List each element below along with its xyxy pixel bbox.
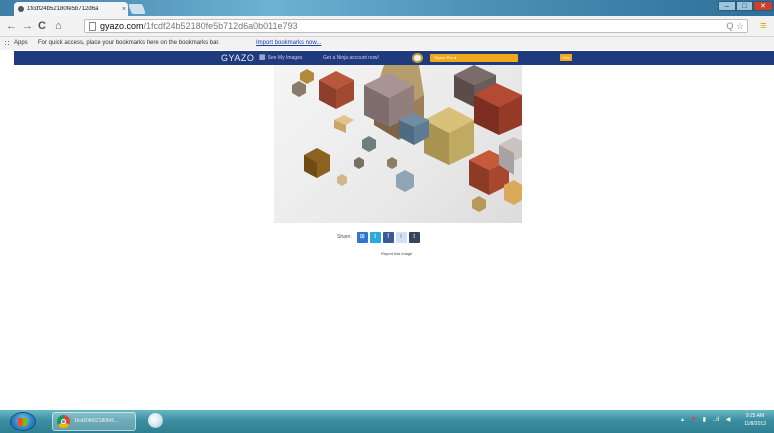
hex-shape: [304, 148, 330, 178]
action-center-flag-icon[interactable]: ⚑: [691, 417, 696, 423]
like-button[interactable]: Like: [560, 54, 572, 61]
tumblr-share-icon[interactable]: t: [408, 231, 420, 243]
hex-shape: [396, 170, 414, 192]
apps-grid-icon[interactable]: [4, 40, 11, 47]
apps-shortcut[interactable]: Apps: [14, 37, 28, 50]
hex-shape: [504, 180, 522, 205]
gyazo-image[interactable]: [274, 65, 522, 223]
hex-shape: [319, 71, 354, 109]
network-signal-icon[interactable]: ..ıl: [713, 417, 719, 423]
clock-date: 11/8/2013: [744, 421, 766, 427]
chrome-taskbar-button[interactable]: 1fcdf24b52180fe5...: [52, 412, 136, 431]
title-bar: 1fcdf24b52180fe5b712d6a × – □ ✕: [0, 0, 774, 16]
windows-logo-icon: [18, 418, 27, 426]
hex-shape: [300, 69, 314, 84]
hex-shape: [387, 157, 397, 169]
bookmark-star-icon[interactable]: ☆: [736, 21, 744, 31]
maximize-button[interactable]: □: [736, 1, 753, 11]
report-image-link[interactable]: Report this image: [381, 251, 412, 256]
omnibox-icons: Q ☆: [726, 20, 744, 32]
forward-arrow-icon[interactable]: →: [22, 19, 33, 33]
get-ninja-link[interactable]: Get a Ninja account now!: [323, 51, 379, 65]
gyazo-logo[interactable]: GYAZO: [221, 51, 254, 65]
hex-shape: [362, 136, 376, 152]
bookmarks-message: For quick access, place your bookmarks h…: [38, 40, 220, 46]
ninja-badge-icon: [412, 53, 423, 63]
home-icon[interactable]: ⌂: [55, 19, 62, 33]
address-bar[interactable]: gyazo.com/1fcdf24b52180fe5b712d6a0b011e7…: [84, 19, 748, 33]
back-arrow-icon[interactable]: ←: [6, 19, 17, 33]
taskbar-task-label: 1fcdf24b52180fe5...: [74, 418, 119, 424]
reload-icon[interactable]: C: [38, 19, 46, 33]
twitter-share-icon[interactable]: t: [369, 231, 381, 243]
new-tab-button[interactable]: [128, 4, 146, 14]
bookmarks-bar: Apps For quick access, place your bookma…: [0, 37, 774, 50]
share-bar: Share: ⊞ t f r t: [337, 230, 422, 244]
start-button[interactable]: [10, 412, 36, 431]
url-text: gyazo.com/1fcdf24b52180fe5b712d6a0b011e7…: [100, 21, 298, 31]
close-tab-icon[interactable]: ×: [120, 6, 128, 13]
hex-shape: [292, 81, 306, 97]
close-window-button[interactable]: ✕: [753, 1, 773, 11]
import-bookmarks-link[interactable]: Import bookmarks now...: [256, 37, 321, 50]
share-label: Share:: [337, 234, 352, 240]
windows-taskbar: 1fcdf24b52180fe5... ▴ ⚑ ▮ ..ıl ◀ 9:25 AM…: [0, 410, 774, 433]
volume-icon[interactable]: ◀: [726, 417, 731, 423]
hex-shape: [334, 115, 354, 133]
battery-icon[interactable]: ▮: [703, 417, 706, 423]
gyazo-header: GYAZO ▦ See My Images Get a Ninja account…: [14, 51, 774, 65]
system-tray: ▴ ⚑ ▮ ..ıl ◀: [681, 416, 735, 423]
browser-toolbar: ← → C ⌂ gyazo.com/1fcdf24b52180fe5b712d6…: [0, 16, 774, 37]
paint-icon[interactable]: [148, 413, 163, 428]
gyazo-pro-button[interactable]: Gyazo Pro ●: [430, 54, 518, 62]
facebook-share-icon[interactable]: f: [382, 231, 394, 243]
hex-shape: [337, 174, 347, 186]
reddit-share-icon[interactable]: r: [395, 231, 407, 243]
browser-tab[interactable]: 1fcdf24b52180fe5b712d6a ×: [14, 2, 128, 16]
hexagon-artwork: [292, 65, 522, 212]
page-icon: [89, 22, 96, 31]
hex-shape: [354, 157, 364, 169]
hex-shape: [472, 196, 486, 212]
chrome-menu-icon[interactable]: ≡: [760, 19, 766, 33]
see-my-images-link[interactable]: ▦ See My Images: [259, 51, 302, 65]
clock[interactable]: 9:25 AM 11/8/2013: [736, 412, 774, 428]
grid-icon: ▦: [259, 54, 266, 61]
minimize-button[interactable]: –: [718, 1, 736, 11]
hex-shape: [424, 107, 474, 165]
show-hidden-icons-icon[interactable]: ▴: [681, 417, 684, 423]
delicious-share-icon[interactable]: ⊞: [356, 231, 368, 243]
clock-time: 9:25 AM: [745, 413, 765, 419]
search-icon[interactable]: Q: [726, 21, 733, 31]
chrome-icon: [57, 415, 70, 428]
tab-title: 1fcdf24b52180fe5b712d6a: [27, 6, 99, 12]
gyazo-favicon-icon: [18, 6, 24, 12]
